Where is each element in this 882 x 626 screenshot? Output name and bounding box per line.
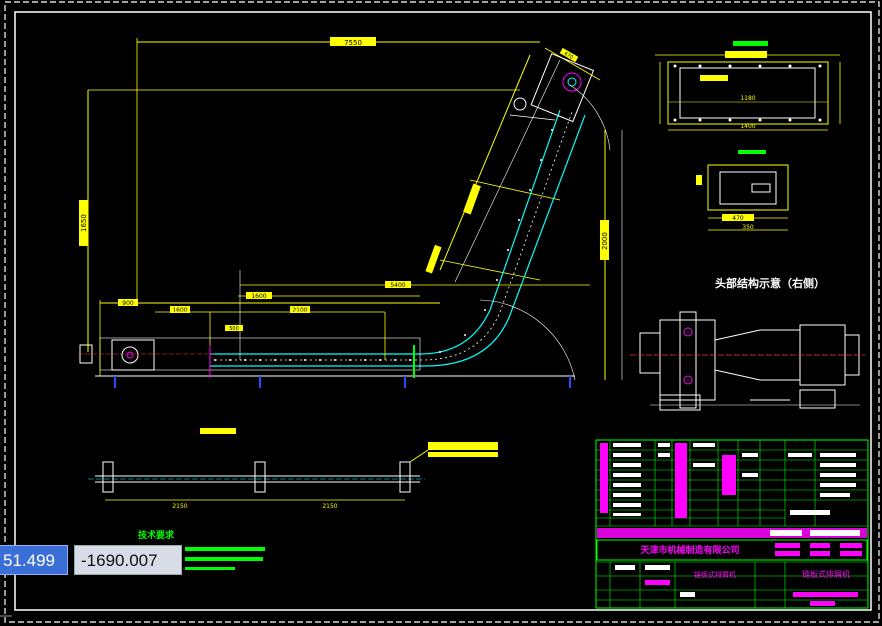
head-structure-view xyxy=(630,311,865,411)
dim-top-plan-overall: 1400 xyxy=(740,123,755,130)
dim-seg-d: 500 xyxy=(229,326,239,332)
dim-height-right: 2000 xyxy=(601,232,609,250)
shaft-detail-view: 2150 2150 xyxy=(88,428,498,510)
cad-drawing-canvas[interactable]: 7550 1650 2000 900 1600 2100 1600 5400 5… xyxy=(0,0,882,626)
title-block: 天津市机械制造有限公司 链板式排屑机 链板式排屑机 xyxy=(595,439,869,609)
dim-small-box-height: 350 xyxy=(742,224,754,231)
dim-top-plan-inner: 1180 xyxy=(740,95,755,102)
cursor-x-input[interactable]: 51.499 xyxy=(0,545,68,575)
tech-requirements-title: 技术要求 xyxy=(138,529,175,541)
dim-bottom-mid: 1600 xyxy=(251,293,266,300)
dim-span-right: 2150 xyxy=(322,503,337,510)
conveyor-elevation: 7550 1650 2000 900 1600 2100 1600 5400 5… xyxy=(78,37,623,388)
top-plan-view: 1400 1180 xyxy=(655,41,841,131)
dim-span-left: 2150 xyxy=(172,503,187,510)
dim-small-box-width: 470 xyxy=(732,215,744,222)
dim-seg-c: 2100 xyxy=(292,307,307,314)
tb-name-right: 链板式排屑机 xyxy=(802,569,850,579)
dim-bottom-total: 5400 xyxy=(390,282,405,289)
company-name: 天津市机械制造有限公司 xyxy=(640,544,739,556)
dim-seg-b: 1600 xyxy=(172,307,187,314)
cursor-y-input[interactable]: -1690.007 xyxy=(74,545,182,575)
dim-seg-a: 900 xyxy=(122,300,134,307)
head-structure-title: 头部结构示意（右侧） xyxy=(715,276,825,290)
dim-height-left: 1650 xyxy=(80,214,88,232)
dim-top-length: 7550 xyxy=(344,39,362,47)
tb-name-left: 链板式排屑机 xyxy=(694,570,736,579)
outlet-section-view: 470 350 xyxy=(696,150,789,231)
